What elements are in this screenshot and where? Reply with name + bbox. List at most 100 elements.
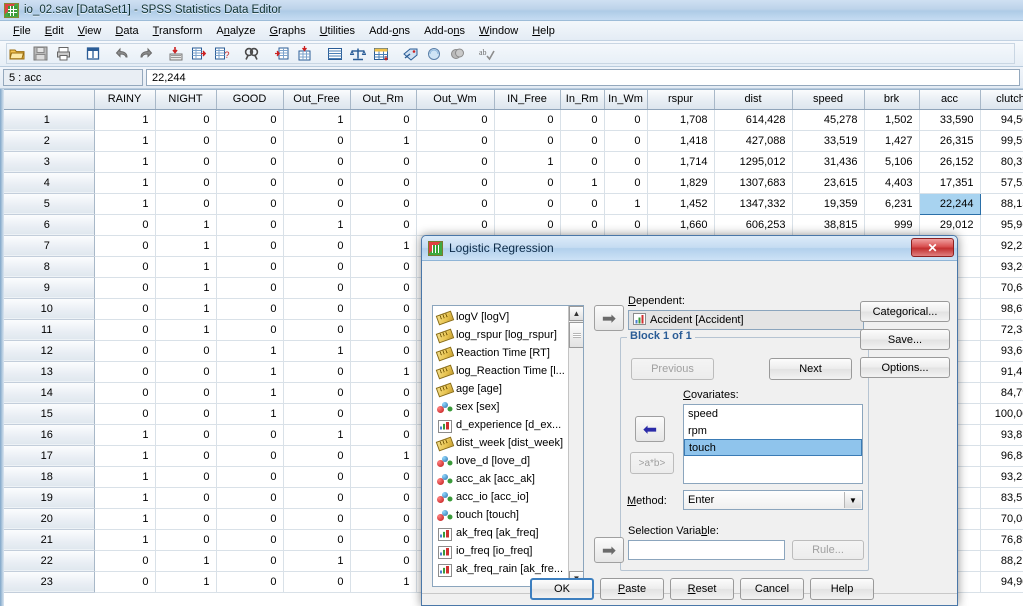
table-cell[interactable]: 92,252 <box>980 235 1023 257</box>
table-cell[interactable]: 0 <box>94 382 156 404</box>
column-header-in-free[interactable]: IN_Free <box>494 90 561 110</box>
table-cell[interactable]: 0 <box>283 235 351 257</box>
dependent-field[interactable]: Accident [Accident] <box>628 310 864 330</box>
table-cell[interactable]: 0 <box>494 172 561 194</box>
row-header[interactable]: 22 <box>0 550 95 572</box>
table-cell[interactable]: 0 <box>416 193 495 215</box>
table-cell[interactable]: 1 <box>350 130 417 152</box>
table-cell[interactable]: 0 <box>350 277 417 299</box>
table-cell[interactable]: 0 <box>155 151 217 173</box>
menu-data[interactable]: Data <box>108 23 145 39</box>
selected-cell[interactable]: 22,244 <box>918 192 981 215</box>
table-cell[interactable]: 1 <box>283 109 351 131</box>
variable-list-item[interactable]: acc_io [acc_io] <box>435 488 583 506</box>
table-cell[interactable]: 0 <box>350 550 417 572</box>
paste-button[interactable]: Paste <box>600 578 664 600</box>
chevron-down-icon[interactable]: ▼ <box>844 492 861 508</box>
insert-case-icon[interactable] <box>271 43 293 65</box>
table-cell[interactable]: 0 <box>283 298 351 320</box>
row-header[interactable]: 3 <box>0 151 95 173</box>
variable-list-item[interactable]: sex [sex] <box>435 398 583 416</box>
menu-transform[interactable]: Transform <box>146 23 210 39</box>
table-cell[interactable]: 88,212 <box>980 550 1023 572</box>
dialog-title-bar[interactable]: Logistic Regression ✕ <box>422 236 957 261</box>
table-cell[interactable]: 1 <box>155 319 217 341</box>
variable-list-item[interactable]: touch [touch] <box>435 506 583 524</box>
table-cell[interactable]: 0 <box>283 172 351 194</box>
table-cell[interactable]: 0 <box>155 445 217 467</box>
table-cell[interactable]: 614,428 <box>714 109 793 131</box>
table-cell[interactable]: 94,503 <box>980 109 1023 131</box>
table-cell[interactable]: 1,660 <box>647 214 715 236</box>
variable-list-item[interactable]: ak_freq [ak_freq] <box>435 524 583 542</box>
ok-button[interactable]: OK <box>530 578 594 600</box>
table-cell[interactable]: 0 <box>283 529 351 551</box>
table-cell[interactable]: 0 <box>350 340 417 362</box>
table-cell[interactable]: 0 <box>216 298 284 320</box>
column-header-out-rm[interactable]: Out_Rm <box>350 90 417 110</box>
scroll-up-icon[interactable]: ▲ <box>569 306 583 321</box>
table-cell[interactable]: 0 <box>416 109 495 131</box>
table-cell[interactable]: 0 <box>350 172 417 194</box>
variable-list-item[interactable]: io_freq [io_freq] <box>435 542 583 560</box>
table-cell[interactable]: 1 <box>94 109 156 131</box>
table-cell[interactable]: 26,152 <box>919 151 981 173</box>
row-header[interactable]: 12 <box>0 340 95 362</box>
table-cell[interactable]: 0 <box>350 319 417 341</box>
row-header[interactable]: 2 <box>0 130 95 152</box>
variable-list-item[interactable]: age [age] <box>435 380 583 398</box>
table-cell[interactable]: 33,590 <box>919 109 981 131</box>
table-cell[interactable]: 1 <box>283 424 351 446</box>
variable-list-scrollbar[interactable]: ▲ ▼ <box>568 306 583 586</box>
table-cell[interactable]: 0 <box>216 235 284 257</box>
row-header[interactable]: 6 <box>0 214 95 236</box>
table-cell[interactable]: 93,253 <box>980 466 1023 488</box>
goto-case-icon[interactable] <box>165 43 187 65</box>
table-cell[interactable]: 1 <box>216 382 284 404</box>
table-cell[interactable]: 0 <box>350 256 417 278</box>
table-cell[interactable]: 1 <box>94 508 156 530</box>
table-cell[interactable]: 0 <box>350 508 417 530</box>
table-cell[interactable]: 0 <box>155 172 217 194</box>
table-cell[interactable]: 0 <box>283 130 351 152</box>
table-cell[interactable]: 0 <box>155 529 217 551</box>
row-header[interactable]: 15 <box>0 403 95 425</box>
table-cell[interactable]: 1 <box>350 571 417 593</box>
table-cell[interactable]: 80,375 <box>980 151 1023 173</box>
table-cell[interactable]: 0 <box>560 193 605 215</box>
table-cell[interactable]: 1 <box>350 445 417 467</box>
table-cell[interactable]: 1 <box>155 550 217 572</box>
table-cell[interactable]: 0 <box>604 130 648 152</box>
table-cell[interactable]: 0 <box>350 193 417 215</box>
table-cell[interactable]: 93,815 <box>980 424 1023 446</box>
table-cell[interactable]: 1 <box>283 550 351 572</box>
column-header-dist[interactable]: dist <box>714 90 793 110</box>
table-cell[interactable]: 45,278 <box>792 109 865 131</box>
open-file-icon[interactable] <box>6 43 28 65</box>
split-file-icon[interactable] <box>324 43 346 65</box>
table-cell[interactable]: 1 <box>350 235 417 257</box>
table-cell[interactable]: 0 <box>216 130 284 152</box>
row-header[interactable]: 8 <box>0 256 95 278</box>
menu-addons-1[interactable]: Add-ons <box>362 23 417 39</box>
grid-corner[interactable] <box>0 90 95 110</box>
column-header-night[interactable]: NIGHT <box>155 90 217 110</box>
use-variable-sets-icon[interactable] <box>423 43 445 65</box>
variable-list-item[interactable]: ak_freq_rain [ak_fre... <box>435 560 583 578</box>
variable-list-item[interactable]: Reaction Time [RT] <box>435 344 583 362</box>
table-cell[interactable]: 0 <box>216 508 284 530</box>
table-cell[interactable]: 88,154 <box>980 193 1023 215</box>
table-cell[interactable]: 1 <box>94 151 156 173</box>
table-cell[interactable]: 0 <box>216 529 284 551</box>
table-cell[interactable]: 0 <box>94 319 156 341</box>
table-cell[interactable]: 0 <box>416 151 495 173</box>
table-cell[interactable]: 0 <box>94 256 156 278</box>
table-cell[interactable]: 0 <box>155 130 217 152</box>
table-cell[interactable]: 0 <box>216 424 284 446</box>
table-cell[interactable]: 0 <box>283 445 351 467</box>
table-cell[interactable]: 0 <box>283 319 351 341</box>
table-cell[interactable]: 31,436 <box>792 151 865 173</box>
column-header-brk[interactable]: brk <box>864 90 920 110</box>
menu-utilities[interactable]: Utilities <box>313 23 362 39</box>
variable-list-item[interactable]: log_Reaction Time [l... <box>435 362 583 380</box>
